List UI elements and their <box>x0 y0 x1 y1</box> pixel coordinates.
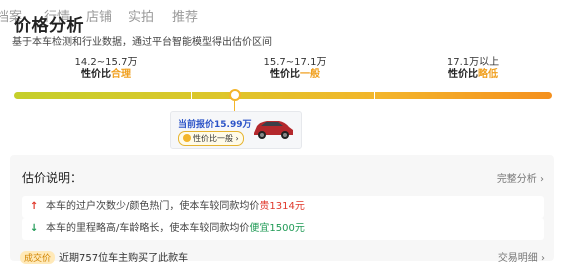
tab-shop[interactable]: 店铺 <box>86 6 112 25</box>
deal-price-badge: 成交价 <box>20 251 56 264</box>
top-tabs: 档案 行情 店铺 实拍 推荐 <box>0 6 567 28</box>
arrow-down-icon: ↓ <box>30 223 39 234</box>
current-price-marker <box>229 89 241 101</box>
arrow-up-icon: ↑ <box>30 201 39 212</box>
level-prefix: 性价比 <box>81 69 111 80</box>
amount-value: 1500元 <box>269 223 305 234</box>
amount-value: 1314元 <box>269 201 305 212</box>
marker-stem <box>234 101 235 111</box>
row-text: 本车的过户次数少/颜色热门，使本车较同款均价 <box>46 201 260 212</box>
range-level: 性价比合理 <box>66 69 146 81</box>
estimate-title: 估价说明： <box>22 171 83 185</box>
estimate-row: ↑ 本车的过户次数少/颜色热门，使本车较同款均价贵1314元 <box>22 196 544 218</box>
level-quality: 一般 <box>300 69 320 80</box>
bar-divider <box>191 92 192 99</box>
car-thumbnail-icon <box>254 121 293 139</box>
full-analysis-link[interactable]: 完整分析 › <box>497 170 544 185</box>
range-low: 17.1万以上 性价比略低 <box>438 57 508 81</box>
level-prefix: 性价比 <box>448 69 478 80</box>
price-range-bar <box>14 92 552 99</box>
range-reasonable: 14.2~15.7万 性价比合理 <box>66 57 146 81</box>
level-quality: 略低 <box>478 69 498 80</box>
range-value: 17.1万以上 <box>446 57 500 68</box>
bar-divider <box>374 92 375 99</box>
recent-deals-text: 近期757位车主购买了此款车 <box>59 253 189 264</box>
level-quality: 合理 <box>111 69 131 80</box>
range-level: 性价比略低 <box>438 69 508 81</box>
current-price-card[interactable]: 当前报价15.99万 性价比一般 › <box>170 111 302 149</box>
recent-deals-row: 成交价 近期757位车主购买了此款车 <box>20 249 188 264</box>
deal-details-link[interactable]: 交易明细 › <box>498 249 545 264</box>
range-level: 性价比一般 <box>255 69 335 81</box>
estimate-panel: 估价说明： 完整分析 › ↑ 本车的过户次数少/颜色热门，使本车较同款均价贵131… <box>10 155 554 261</box>
amount-prefix: 便宜 <box>249 223 270 234</box>
current-price-label: 当前报价15.99万 <box>178 120 252 130</box>
tab-photos[interactable]: 实拍 <box>128 6 154 25</box>
row-text: 本车的里程略高/车龄略长，使本车较同款均价 <box>46 223 250 234</box>
dot-icon <box>183 134 191 142</box>
value-pill-label: 性价比一般 › <box>193 134 239 143</box>
range-value: 15.7~17.1万 <box>263 57 327 68</box>
tab-recommend[interactable]: 推荐 <box>172 6 198 25</box>
range-average: 15.7~17.1万 性价比一般 <box>255 57 335 81</box>
amount-prefix: 贵 <box>259 201 270 212</box>
page-subtitle: 基于本车检测和行业数据，通过平台智能模型得出估价区间 <box>12 37 272 48</box>
range-value: 14.2~15.7万 <box>74 57 138 68</box>
estimate-row: ↓ 本车的里程略高/车龄略长，使本车较同款均价便宜1500元 <box>22 218 544 240</box>
level-prefix: 性价比 <box>270 69 300 80</box>
value-pill[interactable]: 性价比一般 › <box>178 131 244 146</box>
